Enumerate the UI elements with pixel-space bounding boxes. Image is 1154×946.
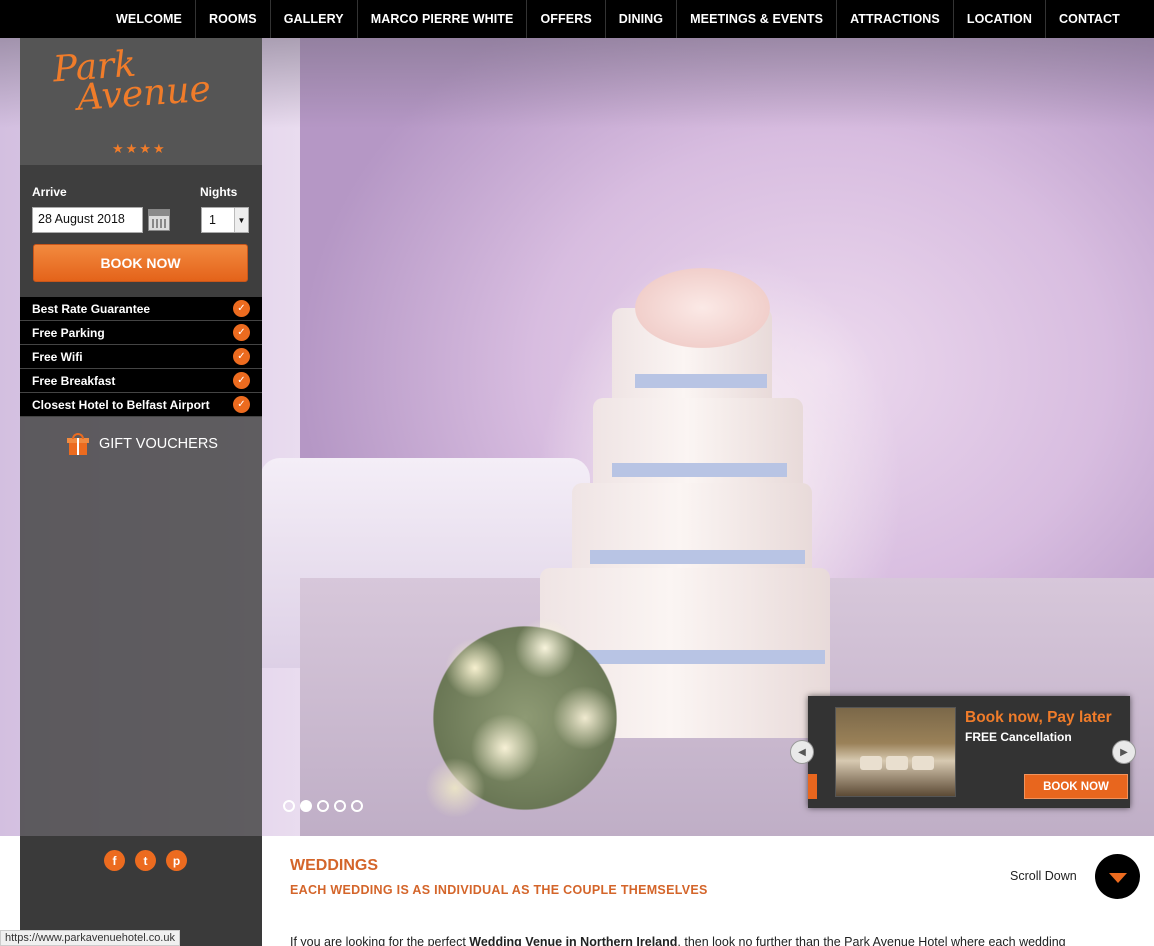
sugar-flower [635, 268, 770, 348]
nav-item-contact[interactable]: CONTACT [1046, 0, 1133, 38]
scroll-down-label: Scroll Down [1010, 869, 1077, 883]
sidebar: Park Avenue ★★★★ Arrive Nights 28 August… [20, 38, 262, 946]
slider-dot[interactable] [351, 800, 363, 812]
arrive-label: Arrive [32, 185, 67, 199]
slider-dots [283, 800, 363, 812]
status-bar-url: https://www.parkavenuehotel.co.uk [0, 930, 180, 946]
feature-label: Best Rate Guarantee [32, 301, 151, 316]
nav-item-meetings-events[interactable]: MEETINGS & EVENTS [677, 0, 838, 38]
check-icon: ✓ [233, 348, 250, 365]
slider-dot[interactable] [283, 800, 295, 812]
nav-item-attractions[interactable]: ATTRACTIONS [837, 0, 954, 38]
star-rating: ★★★★ [112, 141, 167, 156]
pinterest-icon[interactable]: p [166, 850, 187, 871]
promo-book-button[interactable]: BOOK NOW [1024, 774, 1128, 799]
nav-item-offers[interactable]: OFFERS [527, 0, 606, 38]
feature-item: Closest Hotel to Belfast Airport ✓ [20, 393, 262, 417]
nights-label: Nights [200, 185, 238, 199]
nav-item-gallery[interactable]: GALLERY [271, 0, 358, 38]
logo[interactable]: Park Avenue ★★★★ [20, 38, 262, 165]
feature-label: Closest Hotel to Belfast Airport [32, 397, 210, 412]
chevron-down-icon: ▼ [234, 208, 248, 232]
feature-label: Free Breakfast [32, 373, 116, 388]
promo-title: Book now, Pay later [965, 709, 1112, 726]
feature-list: Best Rate Guarantee ✓ Free Parking ✓ Fre… [20, 297, 262, 417]
page-subtitle: EACH WEDDING IS AS INDIVIDUAL AS THE COU… [290, 883, 708, 897]
calendar-icon[interactable] [148, 209, 170, 231]
page-title: WEDDINGS [290, 857, 378, 874]
intro-paragraph: If you are looking for the perfect Weddi… [290, 935, 1066, 946]
promo-box: Book now, Pay later FREE Cancellation BO… [808, 696, 1130, 808]
top-nav: WELCOME ROOMS GALLERY MARCO PIERRE WHITE… [0, 0, 1154, 38]
feature-item: Free Parking ✓ [20, 321, 262, 345]
promo-prev-edge [808, 774, 817, 799]
gift-icon [67, 433, 89, 455]
promo-next-arrow-icon[interactable]: ▶ [1112, 740, 1136, 764]
feature-label: Free Parking [32, 325, 105, 340]
venue-link: Wedding Venue in Northern Ireland [469, 935, 678, 946]
gift-vouchers-link[interactable]: GIFT VOUCHERS [67, 433, 218, 455]
scroll-down-button[interactable] [1095, 854, 1140, 899]
logo-line-2: Avenue [75, 68, 213, 119]
book-now-button[interactable]: BOOK NOW [33, 244, 248, 282]
booking-form: Arrive Nights 28 August 2018 1 ▼ BOOK NO… [20, 165, 262, 297]
feature-item: Free Wifi ✓ [20, 345, 262, 369]
nav-item-rooms[interactable]: ROOMS [196, 0, 271, 38]
arrow-down-icon [1108, 873, 1127, 883]
gift-vouchers-label: GIFT VOUCHERS [99, 436, 218, 452]
nav-item-location[interactable]: LOCATION [954, 0, 1046, 38]
nav-item-welcome[interactable]: WELCOME [103, 0, 196, 38]
check-icon: ✓ [233, 372, 250, 389]
slider-dot-active[interactable] [300, 800, 312, 812]
facebook-icon[interactable]: f [104, 850, 125, 871]
check-icon: ✓ [233, 324, 250, 341]
nav-item-dining[interactable]: DINING [606, 0, 678, 38]
social-links: f t p [104, 850, 187, 871]
nights-select[interactable]: 1 ▼ [201, 207, 249, 233]
promo-room-image [835, 707, 956, 797]
twitter-icon[interactable]: t [135, 850, 156, 871]
bouquet [395, 588, 655, 836]
logo-text: Park Avenue [52, 44, 213, 119]
main-content: WEDDINGS EACH WEDDING IS AS INDIVIDUAL A… [262, 836, 1154, 946]
feature-label: Free Wifi [32, 349, 83, 364]
arrive-date-input[interactable]: 28 August 2018 [32, 207, 143, 233]
nav-item-marco-pierre-white[interactable]: MARCO PIERRE WHITE [358, 0, 528, 38]
nav-list: WELCOME ROOMS GALLERY MARCO PIERRE WHITE… [103, 0, 1133, 38]
check-icon: ✓ [233, 396, 250, 413]
slider-dot[interactable] [334, 800, 346, 812]
slider-dot[interactable] [317, 800, 329, 812]
promo-subtitle: FREE Cancellation [965, 730, 1072, 744]
feature-item: Best Rate Guarantee ✓ [20, 297, 262, 321]
promo-prev-arrow-icon[interactable]: ◀ [790, 740, 814, 764]
check-icon: ✓ [233, 300, 250, 317]
feature-item: Free Breakfast ✓ [20, 369, 262, 393]
nights-value: 1 [209, 213, 216, 227]
